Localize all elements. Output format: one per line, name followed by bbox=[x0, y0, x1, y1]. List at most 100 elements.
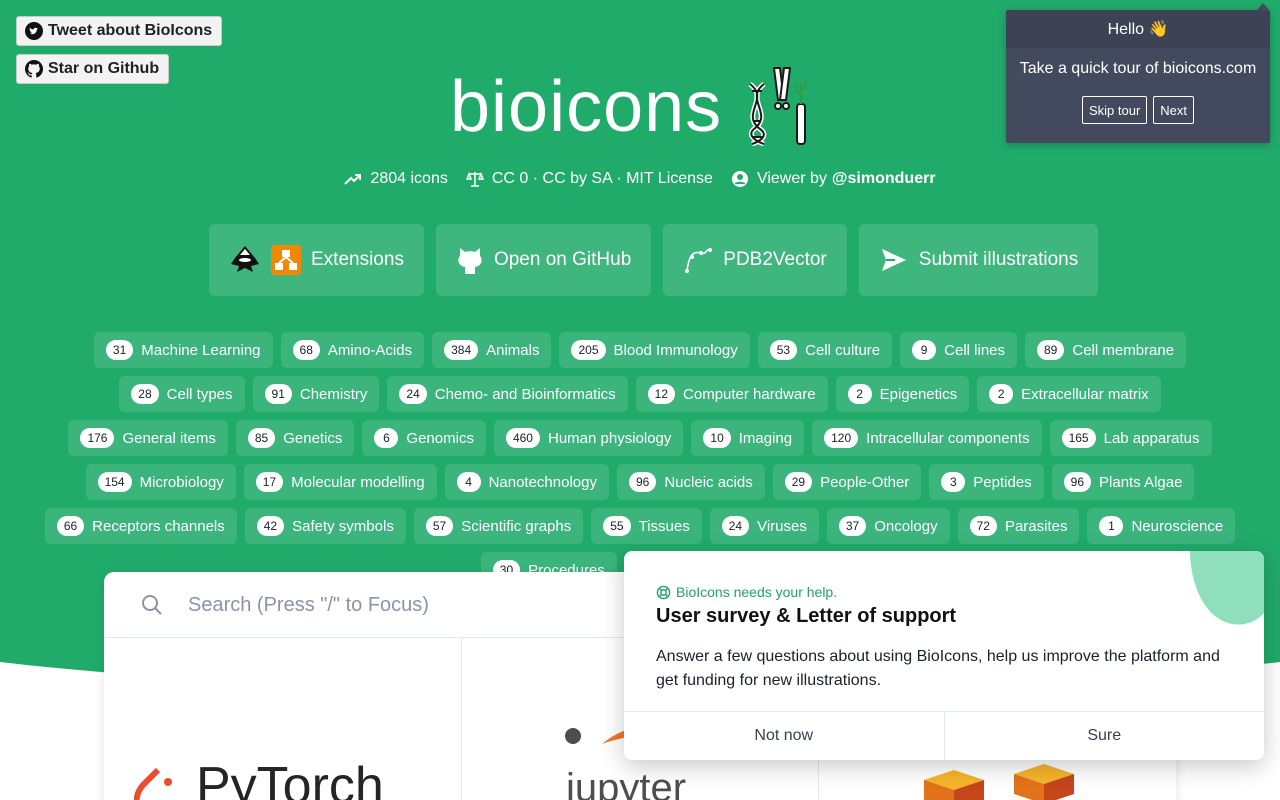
jupyter-logo-text: jupyter bbox=[566, 766, 687, 800]
category-chip[interactable]: 24 Viruses bbox=[709, 508, 819, 544]
category-chip[interactable]: 9 Cell lines bbox=[900, 332, 1017, 368]
skip-tour-button[interactable]: Skip tour bbox=[1081, 96, 1148, 124]
search-input[interactable] bbox=[188, 588, 618, 622]
category-label: Nanotechnology bbox=[488, 473, 597, 491]
category-chip[interactable]: 4 Nanotechnology bbox=[444, 464, 609, 500]
category-label: Animals bbox=[486, 341, 540, 359]
category-chip[interactable]: 42 Safety symbols bbox=[244, 508, 406, 544]
trending-up-icon bbox=[344, 174, 362, 185]
category-chip[interactable]: 205 Blood Immunology bbox=[559, 332, 750, 368]
category-chip[interactable]: 66 Receptors channels bbox=[44, 508, 237, 544]
category-chip[interactable]: 165 Lab apparatus bbox=[1049, 420, 1212, 456]
category-label: Neuroscience bbox=[1131, 517, 1224, 535]
category-label: Oncology bbox=[874, 517, 938, 535]
survey-kicker-text: BioIcons needs your help. bbox=[676, 584, 838, 600]
category-label: Tissues bbox=[638, 517, 690, 535]
category-chip[interactable]: 96 Nucleic acids bbox=[616, 464, 765, 500]
category-label: Genomics bbox=[406, 429, 474, 447]
category-label: Parasites bbox=[1004, 517, 1068, 535]
category-label: Scientific graphs bbox=[461, 517, 572, 535]
category-chip[interactable]: 1 Neuroscience bbox=[1087, 508, 1236, 544]
category-chip[interactable]: 24 Chemo- and Bioinformatics bbox=[387, 376, 628, 412]
category-chip[interactable]: 10 Imaging bbox=[691, 420, 805, 456]
category-chip[interactable]: 53 Cell culture bbox=[757, 332, 893, 368]
survey-decoration bbox=[1190, 551, 1264, 625]
category-label: Amino-Acids bbox=[327, 341, 413, 359]
category-chip[interactable]: 85 Genetics bbox=[235, 420, 355, 456]
category-chip[interactable]: 3 Peptides bbox=[929, 464, 1044, 500]
tour-title: Hello 👋 bbox=[1006, 10, 1270, 48]
category-chip[interactable]: 89 Cell membrane bbox=[1025, 332, 1187, 368]
star-github-label: Star on Github bbox=[48, 60, 160, 77]
category-chip[interactable]: 176 General items bbox=[68, 420, 228, 456]
category-count-badge: 154 bbox=[97, 472, 132, 492]
category-chip[interactable]: 384 Animals bbox=[432, 332, 552, 368]
pdb2vector-button[interactable]: PDB2Vector bbox=[663, 224, 847, 296]
survey-text: Answer a few questions about using BioIc… bbox=[656, 648, 1220, 689]
category-chip[interactable]: 2 Epigenetics bbox=[835, 376, 970, 412]
meta-row: 2804 icons CC 0 · CC by SA · MIT License… bbox=[0, 166, 1280, 192]
category-count-badge: 4 bbox=[456, 472, 481, 492]
category-chip[interactable]: 28 Cell types bbox=[119, 376, 245, 412]
not-now-button[interactable]: Not now bbox=[624, 712, 944, 760]
site-logo[interactable]: bioicons bbox=[450, 62, 812, 152]
category-chip[interactable]: 154 Microbiology bbox=[85, 464, 236, 500]
icon-card-pytorch[interactable]: PyTorch bbox=[104, 638, 462, 800]
category-chip[interactable]: 460 Human physiology bbox=[493, 420, 684, 456]
category-chip[interactable]: 91 Chemistry bbox=[252, 376, 380, 412]
category-count-badge: 120 bbox=[824, 428, 859, 448]
category-label: Nucleic acids bbox=[664, 473, 753, 491]
protein-icon bbox=[683, 245, 713, 275]
category-chip[interactable]: 72 Parasites bbox=[957, 508, 1080, 544]
category-count-badge: 29 bbox=[784, 472, 813, 492]
category-count-badge: 91 bbox=[264, 384, 292, 404]
next-tour-button[interactable]: Next bbox=[1153, 96, 1195, 124]
category-count-badge: 3 bbox=[941, 472, 966, 492]
tour-body: Take a quick tour of bioicons.com bbox=[1019, 60, 1257, 77]
category-chip[interactable]: 55 Tissues bbox=[591, 508, 702, 544]
logo-illustration-icon bbox=[748, 67, 808, 146]
category-label: Cell types bbox=[166, 385, 233, 403]
category-label: Lab apparatus bbox=[1103, 429, 1200, 447]
category-label: Receptors channels bbox=[92, 517, 225, 535]
category-count-badge: 31 bbox=[105, 340, 134, 360]
category-count-badge: 1 bbox=[1099, 516, 1124, 536]
category-count-badge: 10 bbox=[703, 428, 731, 448]
category-count-badge: 66 bbox=[56, 516, 85, 536]
category-label: Extracellular matrix bbox=[1021, 385, 1149, 403]
category-count-badge: 55 bbox=[603, 516, 631, 536]
open-github-button[interactable]: Open on GitHub bbox=[435, 224, 652, 296]
tweet-button[interactable]: Tweet about BioIcons bbox=[16, 16, 223, 46]
category-chip[interactable]: 57 Scientific graphs bbox=[413, 508, 584, 544]
sure-button[interactable]: Sure bbox=[943, 712, 1264, 760]
category-count-badge: 12 bbox=[647, 384, 676, 404]
license-text: CC 0 · CC by SA · MIT License bbox=[491, 170, 713, 187]
category-count-badge: 9 bbox=[912, 340, 937, 360]
logo-text: bioicons bbox=[450, 67, 723, 147]
category-chip[interactable]: 120 Intracellular components bbox=[812, 420, 1042, 456]
category-chip[interactable]: 68 Amino-Acids bbox=[280, 332, 425, 368]
pytorch-logo-icon bbox=[134, 767, 172, 800]
category-count-badge: 28 bbox=[131, 384, 159, 404]
category-label: Chemistry bbox=[299, 385, 368, 403]
category-chip[interactable]: 96 Plants Algae bbox=[1051, 464, 1195, 500]
viewer-prefix: Viewer by bbox=[756, 170, 827, 187]
category-chip[interactable]: 37 Oncology bbox=[826, 508, 950, 544]
category-chip[interactable]: 2 Extracellular matrix bbox=[977, 376, 1161, 412]
category-chip[interactable]: 31 Machine Learning bbox=[93, 332, 273, 368]
star-github-button[interactable]: Star on Github bbox=[16, 54, 170, 84]
license-info[interactable]: CC 0 · CC by SA · MIT License bbox=[465, 170, 713, 188]
category-label: Intracellular components bbox=[866, 429, 1030, 447]
viewer-handle-link[interactable]: @simonduerr bbox=[832, 170, 936, 188]
category-chip[interactable]: 6 Genomics bbox=[362, 420, 486, 456]
category-label: Human physiology bbox=[547, 429, 672, 447]
category-chip[interactable]: 17 Molecular modelling bbox=[243, 464, 437, 500]
category-chip[interactable]: 29 People-Other bbox=[772, 464, 922, 500]
extensions-button[interactable]: Extensions bbox=[209, 224, 424, 296]
category-label: Peptides bbox=[973, 473, 1032, 491]
category-label: Cell membrane bbox=[1072, 341, 1175, 359]
submit-illustrations-button[interactable]: Submit illustrations bbox=[858, 224, 1099, 296]
open-github-label: Open on GitHub bbox=[493, 249, 632, 270]
category-chip[interactable]: 12 Computer hardware bbox=[635, 376, 828, 412]
category-label: Cell culture bbox=[805, 341, 881, 359]
